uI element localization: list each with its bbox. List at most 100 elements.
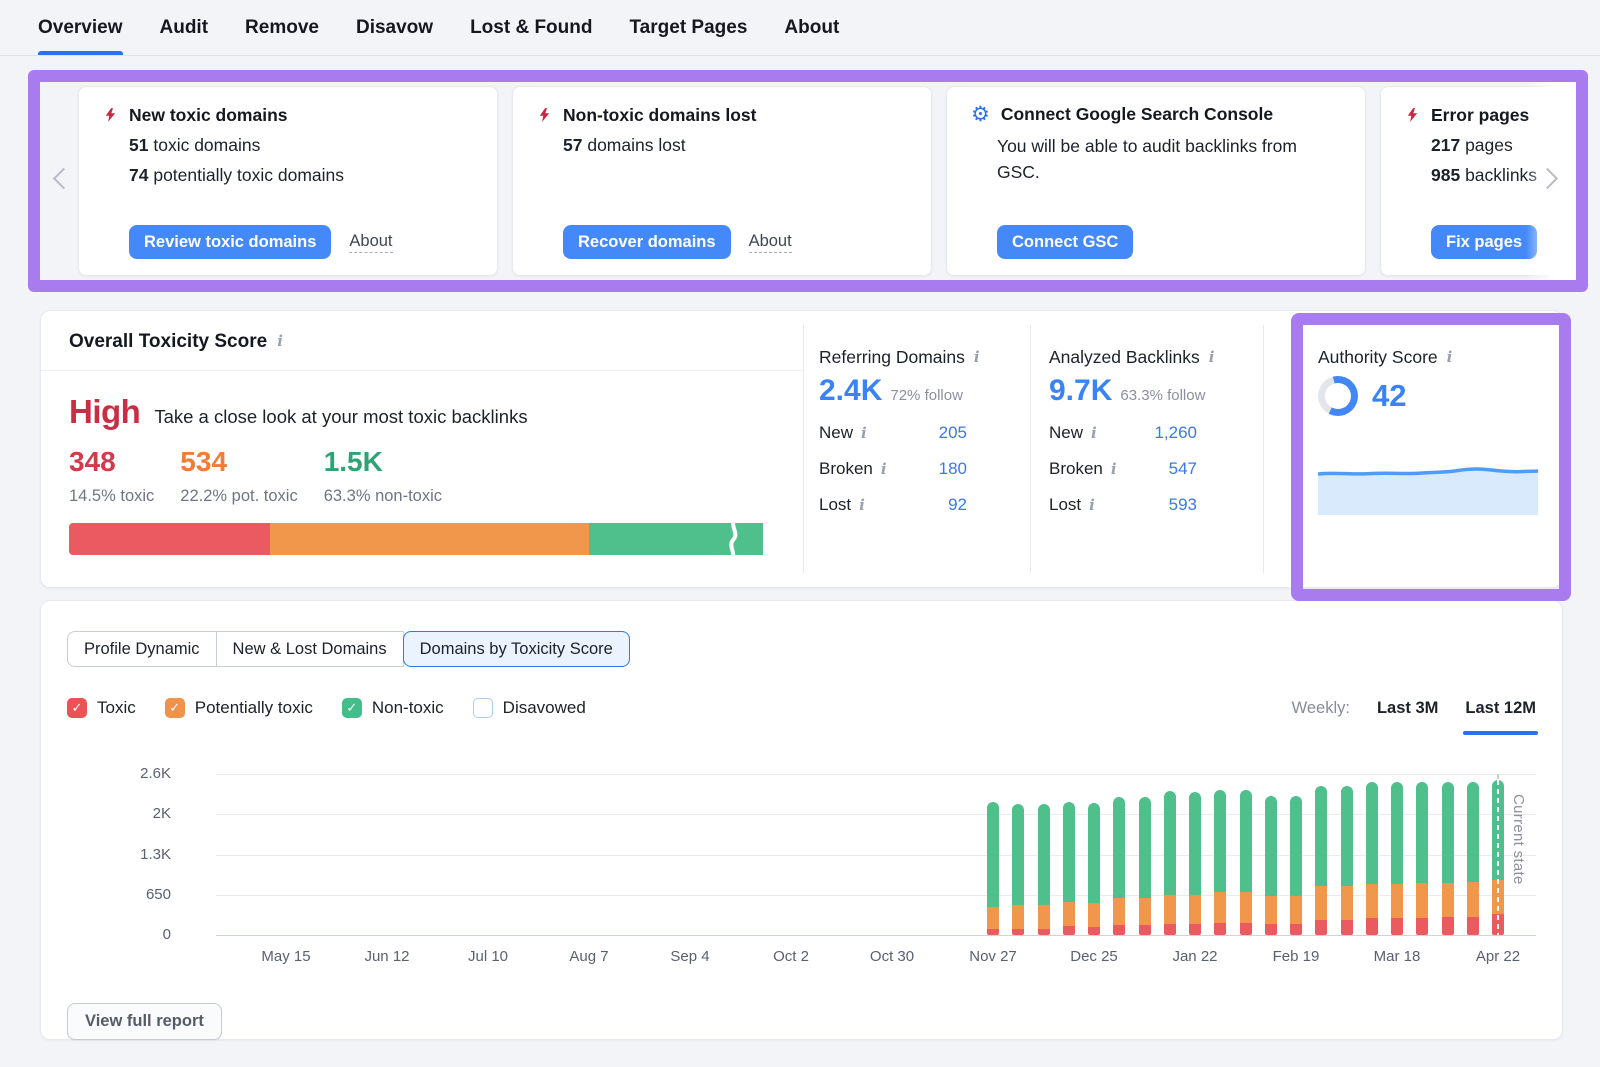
- bar-segment-toxic: [1063, 926, 1075, 935]
- analyzed-backlinks-title: Analyzed Backlinks: [1049, 347, 1200, 368]
- lightning-bolt-icon: [103, 104, 118, 126]
- bar-segment-non-toxic: [1416, 782, 1428, 882]
- bar-week-8: [1189, 792, 1201, 935]
- legend-label: Disavowed: [503, 698, 586, 718]
- tab-audit[interactable]: Audit: [160, 0, 209, 55]
- bar-segment-toxic: [1467, 917, 1479, 935]
- period-last-12m[interactable]: Last 12M: [1465, 699, 1536, 718]
- bar-segment-potentially-toxic: [1467, 882, 1479, 917]
- bar-segment-toxic: [1012, 929, 1024, 935]
- stat-value-link[interactable]: 205: [939, 423, 967, 443]
- info-icon[interactable]: i: [974, 347, 980, 368]
- lightning-bolt-icon: [537, 104, 552, 126]
- y-axis-label: 1.3K: [67, 846, 171, 863]
- info-icon[interactable]: i: [277, 331, 283, 352]
- legend-toggle-toxic[interactable]: ✓ Toxic: [67, 698, 136, 718]
- stat-value-link[interactable]: 547: [1169, 459, 1197, 479]
- gridline: [216, 895, 1536, 896]
- bar-segment-potentially-toxic: [1038, 905, 1050, 929]
- stacked-bar-chart: 06501.3K2K2.6KMay 15Jun 12Jul 10Aug 7Sep…: [67, 742, 1536, 982]
- stat-value-link[interactable]: 593: [1169, 495, 1197, 515]
- info-icon[interactable]: i: [1447, 347, 1453, 368]
- legend-toggle-potentially-toxic[interactable]: ✓ Potentially toxic: [165, 698, 313, 718]
- bar-segment-potentially-toxic: [1063, 902, 1075, 926]
- info-icon[interactable]: i: [861, 423, 867, 444]
- bar-week-1: [1012, 804, 1024, 935]
- review-toxic-domains-button[interactable]: Review toxic domains: [129, 225, 331, 259]
- bar-segment-non-toxic: [1088, 803, 1100, 903]
- toxic-bar-segment: [69, 523, 270, 555]
- tab-target-pages[interactable]: Target Pages: [629, 0, 747, 55]
- analyzed-backlinks-value[interactable]: 9.7K: [1049, 374, 1112, 408]
- referring-domains-value[interactable]: 2.4K: [819, 374, 882, 408]
- bar-week-7: [1164, 791, 1176, 935]
- tab-disavow[interactable]: Disavow: [356, 0, 433, 55]
- bar-break-squiggle: [725, 518, 741, 560]
- gridline: [216, 855, 1536, 856]
- tab-new-lost-domains[interactable]: New & Lost Domains: [217, 631, 404, 667]
- stat-value-link[interactable]: 180: [939, 459, 967, 479]
- carousel-next-icon[interactable]: [1540, 171, 1560, 191]
- about-link[interactable]: About: [349, 232, 392, 253]
- view-full-report-button[interactable]: View full report: [67, 1003, 222, 1040]
- bar-segment-potentially-toxic: [1214, 892, 1226, 922]
- bar-segment-toxic: [1189, 924, 1201, 935]
- bar-segment-non-toxic: [1467, 782, 1479, 881]
- y-axis-label: 0: [67, 926, 171, 943]
- bar-segment-toxic: [1240, 923, 1252, 935]
- stat-row-lost: Losti 593: [1049, 495, 1197, 516]
- bar-segment-potentially-toxic: [1442, 883, 1454, 918]
- fix-pages-button[interactable]: Fix pages: [1431, 225, 1537, 259]
- period-last-3m[interactable]: Last 3M: [1377, 699, 1438, 718]
- card-title: New toxic domains: [129, 105, 288, 126]
- tab-domains-by-toxicity-score[interactable]: Domains by Toxicity Score: [403, 631, 630, 667]
- info-icon[interactable]: i: [881, 459, 887, 480]
- tab-about[interactable]: About: [784, 0, 839, 55]
- tab-remove[interactable]: Remove: [245, 0, 319, 55]
- checkbox-unchecked-icon: [473, 698, 493, 718]
- authority-score-section: Authority Score i 42: [1264, 311, 1562, 587]
- recover-domains-button[interactable]: Recover domains: [563, 225, 731, 259]
- info-icon[interactable]: i: [1091, 423, 1097, 444]
- card-title: Connect Google Search Console: [1001, 104, 1273, 125]
- carousel-prev-icon[interactable]: [52, 171, 72, 191]
- potentially-toxic-bar-segment: [270, 523, 589, 555]
- overall-toxicity-section: Overall Toxicity Score i High Take a clo…: [41, 311, 803, 587]
- stat-value-link[interactable]: 1,260: [1154, 423, 1197, 443]
- bar-segment-toxic: [1391, 918, 1403, 935]
- info-icon[interactable]: i: [1209, 347, 1215, 368]
- card-non-toxic-domains-lost: Non-toxic domains lost 57 domains lost R…: [512, 86, 932, 276]
- bar-segment-non-toxic: [1189, 792, 1201, 895]
- about-link[interactable]: About: [749, 232, 792, 253]
- authority-score-gauge-icon: [1318, 376, 1358, 416]
- bar-segment-toxic: [1366, 918, 1378, 935]
- bar-week-15: [1366, 782, 1378, 935]
- bar-week-16: [1391, 782, 1403, 935]
- info-icon[interactable]: i: [1111, 459, 1117, 480]
- bar-week-3: [1063, 802, 1075, 935]
- bar-segment-non-toxic: [1315, 786, 1327, 886]
- bar-segment-toxic: [1315, 920, 1327, 935]
- stat-value-link[interactable]: 92: [948, 495, 967, 515]
- bar-segment-potentially-toxic: [1139, 898, 1151, 925]
- authority-score-sparkline: [1318, 460, 1538, 515]
- bar-week-14: [1341, 786, 1353, 935]
- legend-label: Potentially toxic: [195, 698, 313, 718]
- legend-toggle-non-toxic[interactable]: ✓ Non-toxic: [342, 698, 444, 718]
- toxicity-hint: Take a close look at your most toxic bac…: [154, 406, 527, 428]
- card-new-toxic-domains: New toxic domains 51 toxic domains 74 po…: [78, 86, 498, 276]
- info-icon[interactable]: i: [1089, 495, 1095, 516]
- tab-profile-dynamic[interactable]: Profile Dynamic: [67, 631, 217, 667]
- bar-segment-potentially-toxic: [1366, 884, 1378, 919]
- checkbox-checked-icon: ✓: [67, 698, 87, 718]
- bar-week-13: [1315, 786, 1327, 935]
- y-axis-label: 2.6K: [67, 765, 171, 782]
- info-icon[interactable]: i: [859, 495, 865, 516]
- bar-segment-toxic: [1139, 925, 1151, 935]
- current-state-label: Current state: [1510, 794, 1527, 885]
- tab-overview[interactable]: Overview: [38, 0, 123, 55]
- legend-toggle-disavowed[interactable]: Disavowed: [473, 698, 586, 718]
- connect-gsc-button[interactable]: Connect GSC: [997, 225, 1133, 259]
- bar-segment-non-toxic: [1290, 796, 1302, 896]
- tab-lost-and-found[interactable]: Lost & Found: [470, 0, 592, 55]
